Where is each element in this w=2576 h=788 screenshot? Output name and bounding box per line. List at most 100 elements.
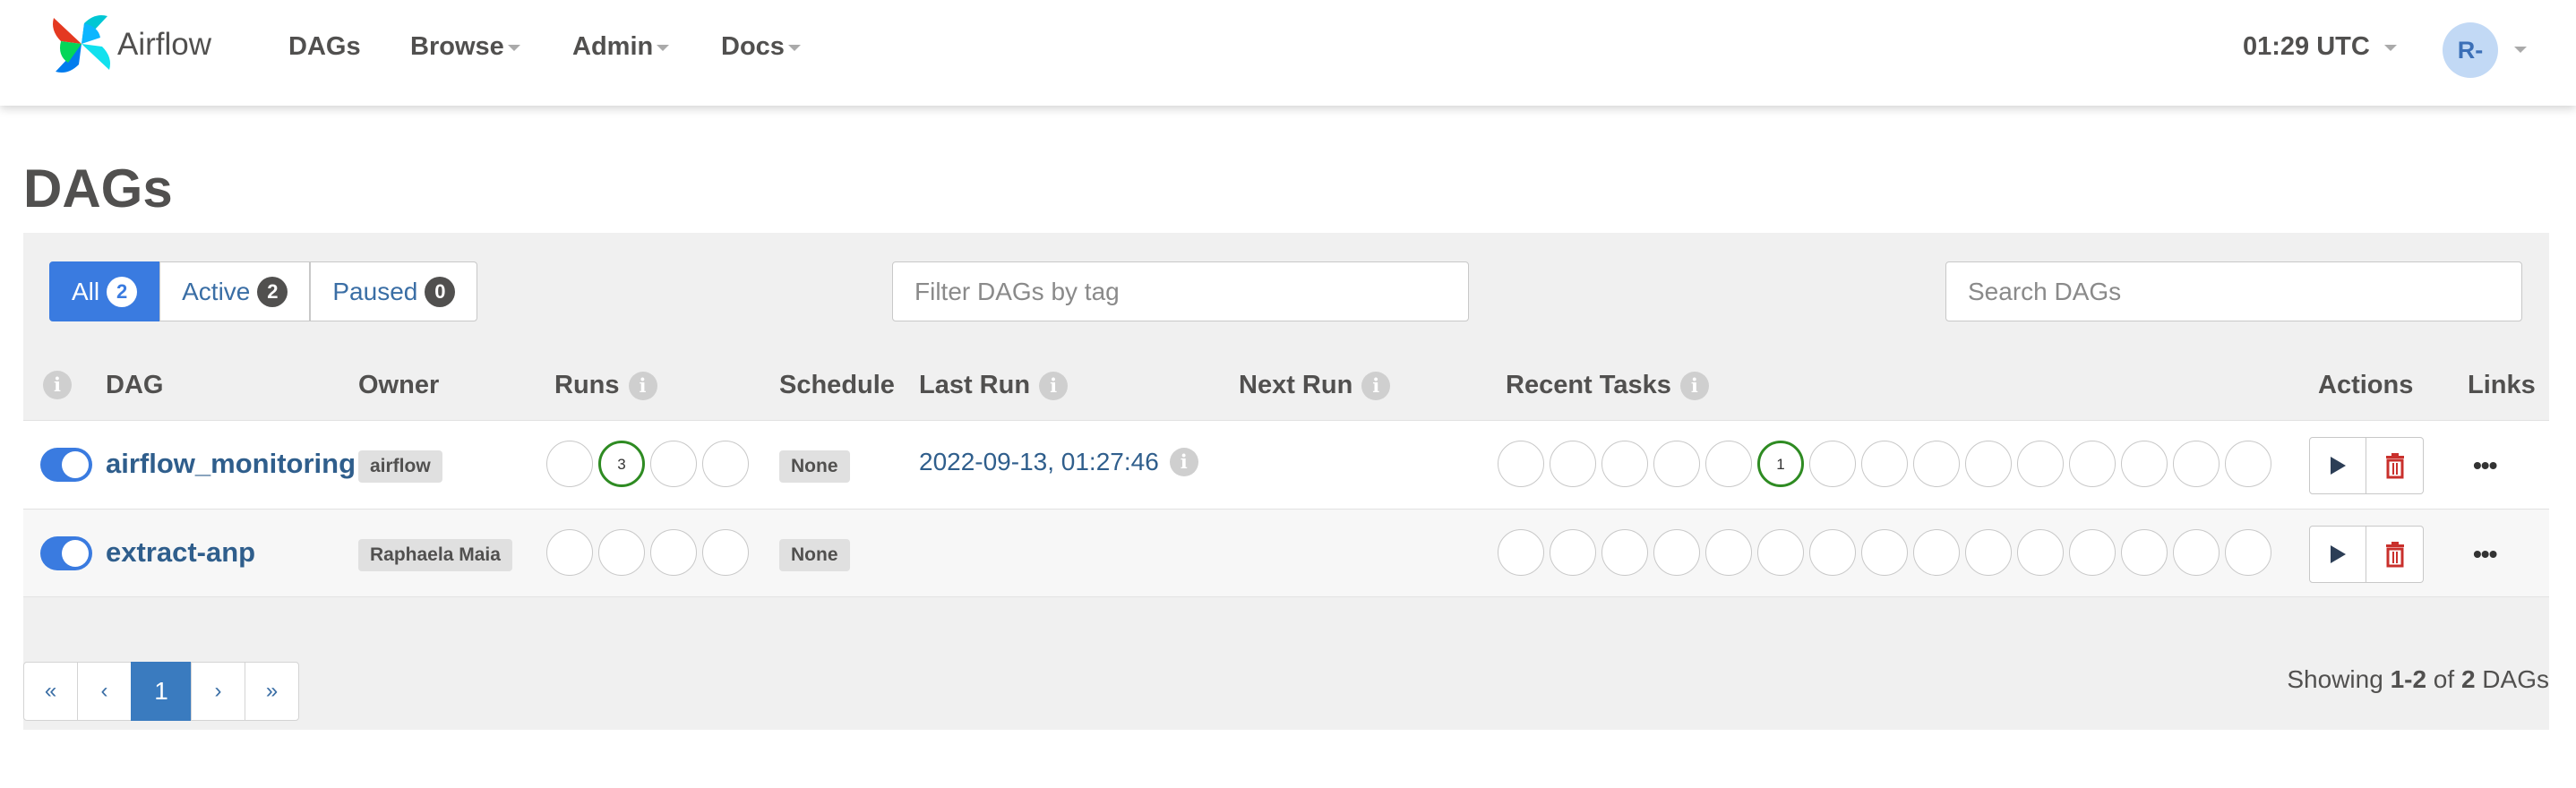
- links-more-button[interactable]: •••: [2473, 451, 2497, 480]
- task-status-circle[interactable]: [2069, 529, 2116, 576]
- task-status-circle[interactable]: [1498, 529, 1544, 576]
- run-status-circle[interactable]: [598, 529, 645, 576]
- task-status-circle[interactable]: [1913, 529, 1960, 576]
- task-status-circle[interactable]: 1: [1757, 441, 1804, 487]
- info-icon[interactable]: i: [43, 371, 72, 399]
- showing-summary: Showing 1-2 of 2 DAGs: [2287, 665, 2549, 694]
- task-status-circle[interactable]: [1965, 441, 2012, 487]
- nav-dags-label: DAGs: [288, 32, 361, 61]
- last-run-link[interactable]: 2022-09-13, 01:27:46: [919, 448, 1159, 476]
- page-prev-button[interactable]: ‹: [77, 662, 132, 721]
- task-status-circle[interactable]: [1809, 529, 1856, 576]
- task-status-circle[interactable]: [1653, 529, 1700, 576]
- trigger-dag-button[interactable]: [2309, 526, 2366, 583]
- run-status-circle[interactable]: [650, 441, 697, 487]
- showing-suffix: DAGs: [2475, 665, 2549, 693]
- page-current-button[interactable]: 1: [131, 662, 192, 721]
- links-more-button[interactable]: •••: [2473, 540, 2497, 569]
- brand-name[interactable]: Airflow: [117, 27, 211, 63]
- run-status-circle[interactable]: [546, 441, 593, 487]
- col-dag[interactable]: DAG: [106, 371, 163, 400]
- task-status-circle[interactable]: [1965, 529, 2012, 576]
- schedule-tag[interactable]: None: [779, 539, 850, 571]
- task-status-circle[interactable]: [1809, 441, 1856, 487]
- task-status-circle[interactable]: [2173, 529, 2220, 576]
- page-next-button[interactable]: ›: [191, 662, 245, 721]
- run-status-circle[interactable]: [702, 441, 749, 487]
- col-links-label: Links: [2468, 371, 2536, 399]
- showing-range: 1-2: [2390, 665, 2427, 693]
- run-status-circle[interactable]: [702, 529, 749, 576]
- task-status-circle[interactable]: [1705, 441, 1752, 487]
- task-status-circle[interactable]: [2225, 441, 2271, 487]
- chevron-down-icon[interactable]: [2514, 47, 2527, 53]
- filter-active-button[interactable]: Active 2: [159, 261, 311, 321]
- info-icon[interactable]: i: [1361, 371, 1391, 400]
- info-icon[interactable]: i: [628, 371, 657, 400]
- showing-prefix: Showing: [2287, 665, 2391, 693]
- task-status-circle[interactable]: [2069, 441, 2116, 487]
- task-status-circle[interactable]: [1705, 529, 1752, 576]
- tag-filter-input[interactable]: [892, 261, 1469, 321]
- dag-id-link[interactable]: extract-anp: [106, 536, 255, 569]
- clock-text: 01:29 UTC: [2243, 32, 2370, 61]
- airflow-logo-icon[interactable]: [48, 11, 115, 77]
- nav-docs-label: Docs: [721, 32, 785, 61]
- nav-browse[interactable]: Browse: [410, 32, 520, 62]
- task-status-circle[interactable]: [2017, 529, 2064, 576]
- chevron-down-icon: [787, 44, 801, 51]
- run-status-circle[interactable]: [546, 529, 593, 576]
- col-next-run-label: Next Run: [1239, 371, 1353, 399]
- info-icon[interactable]: i: [1169, 448, 1198, 476]
- run-status-circle[interactable]: 3: [598, 441, 645, 487]
- delete-dag-button[interactable]: [2366, 526, 2424, 583]
- filter-paused-button[interactable]: Paused 0: [310, 261, 478, 321]
- filter-paused-label: Paused: [332, 277, 418, 305]
- user-avatar[interactable]: R-: [2443, 22, 2498, 78]
- col-next-run[interactable]: Next Run i: [1239, 371, 1391, 400]
- task-status-circle[interactable]: [2121, 441, 2168, 487]
- dag-pause-toggle[interactable]: [40, 536, 92, 570]
- filter-all-button[interactable]: All 2: [49, 261, 160, 321]
- task-status-circle[interactable]: [2121, 529, 2168, 576]
- dag-id-link[interactable]: airflow_monitoring: [106, 448, 356, 480]
- task-status-circle[interactable]: [1601, 529, 1648, 576]
- col-owner[interactable]: Owner: [358, 371, 439, 400]
- showing-total: 2: [2460, 665, 2476, 693]
- owner-tag[interactable]: airflow: [358, 450, 442, 483]
- timezone-clock[interactable]: 01:29 UTC: [2243, 32, 2397, 62]
- page-last-button[interactable]: »: [245, 662, 299, 721]
- search-dags-input[interactable]: [1945, 261, 2522, 321]
- task-status-circle[interactable]: [1913, 441, 1960, 487]
- task-status-circle[interactable]: [2225, 529, 2271, 576]
- pagination: « ‹ 1 › »: [23, 662, 299, 721]
- task-status-circle[interactable]: [1550, 529, 1596, 576]
- task-status-circle[interactable]: [1601, 441, 1648, 487]
- page-first-button[interactable]: «: [23, 662, 78, 721]
- last-run-cell: 2022-09-13, 01:27:46 i: [919, 448, 1198, 476]
- info-icon[interactable]: i: [1039, 371, 1069, 400]
- delete-dag-button[interactable]: [2366, 437, 2424, 494]
- nav-docs[interactable]: Docs: [721, 32, 801, 62]
- chevron-down-icon: [657, 44, 670, 51]
- trigger-dag-button[interactable]: [2309, 437, 2366, 494]
- task-status-circle[interactable]: [1498, 441, 1544, 487]
- task-status-circle[interactable]: [1653, 441, 1700, 487]
- trash-icon: [2385, 542, 2404, 568]
- task-status-circle[interactable]: [1757, 529, 1804, 576]
- top-navbar: Airflow DAGs Browse Admin Docs 01:29 UTC…: [0, 0, 2576, 106]
- run-status-circle[interactable]: [650, 529, 697, 576]
- nav-admin[interactable]: Admin: [572, 32, 670, 62]
- task-status-circle[interactable]: [1550, 441, 1596, 487]
- filter-active-label: Active: [182, 277, 251, 305]
- task-status-circle[interactable]: [1861, 529, 1908, 576]
- col-runs-label: Runs: [554, 371, 620, 399]
- nav-dags[interactable]: DAGs: [288, 32, 361, 62]
- task-status-circle[interactable]: [1861, 441, 1908, 487]
- schedule-tag[interactable]: None: [779, 450, 850, 483]
- task-status-circle[interactable]: [2173, 441, 2220, 487]
- task-status-circle[interactable]: [2017, 441, 2064, 487]
- info-icon[interactable]: i: [1679, 371, 1709, 400]
- dag-pause-toggle[interactable]: [40, 448, 92, 482]
- owner-tag[interactable]: Raphaela Maia: [358, 539, 512, 571]
